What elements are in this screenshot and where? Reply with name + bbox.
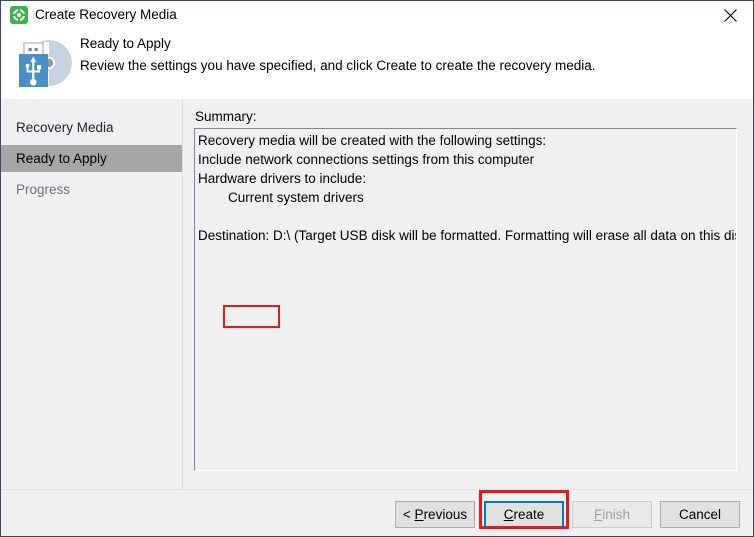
sidebar-item-recovery-media[interactable]: Recovery Media [1,114,182,141]
wizard-step-sidebar: Recovery Media Ready to Apply Progress [1,99,183,489]
close-icon[interactable] [707,1,753,29]
title-bar: Create Recovery Media [1,1,753,29]
finish-button: Finish [572,501,652,528]
dialog-header: Ready to Apply Review the settings you h… [1,29,753,99]
summary-label: Summary: [195,109,257,124]
create-button[interactable]: Create [484,501,564,528]
previous-button[interactable]: < Previous [395,501,475,528]
summary-textbox[interactable]: Recovery media will be created with the … [194,128,737,471]
sidebar-item-progress[interactable]: Progress [1,176,182,203]
cancel-button-label: Cancel [678,507,722,522]
recovery-lifebuoy-icon [10,6,28,24]
summary-text: Recovery media will be created with the … [198,133,736,243]
window-title: Create Recovery Media [35,7,177,22]
usb-disc-media-icon [13,35,75,91]
header-title: Ready to Apply [80,36,171,51]
header-subtitle: Review the settings you have specified, … [80,58,596,73]
sidebar-item-label: Ready to Apply [16,151,107,166]
finish-button-label: Finish [593,507,630,522]
sidebar-item-label: Recovery Media [16,120,114,135]
previous-button-label: < Previous [402,507,468,522]
create-button-label: Create [503,507,545,522]
dialog-footer: < Previous Create Finish Cancel [1,489,753,536]
create-recovery-media-dialog: Create Recovery Media Ready to Apply Rev… [0,0,754,537]
dialog-body: Recovery Media Ready to Apply Progress S… [1,99,753,489]
sidebar-item-ready-to-apply[interactable]: Ready to Apply [1,145,182,172]
cancel-button[interactable]: Cancel [660,501,740,528]
sidebar-item-label: Progress [16,182,71,197]
